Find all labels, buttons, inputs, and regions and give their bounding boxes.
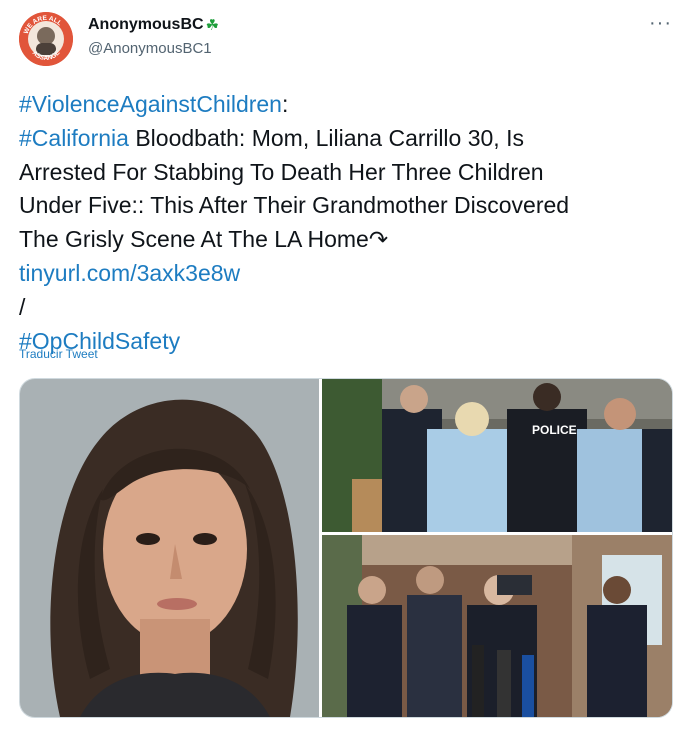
clover-icon: ☘ xyxy=(205,17,220,34)
display-name[interactable]: AnonymousBC xyxy=(88,16,204,34)
hashtag-violence-against-children[interactable]: #ViolenceAgainstChildren xyxy=(19,91,282,117)
tweet-text: #ViolenceAgainstChildren: #California Bl… xyxy=(19,88,679,358)
media-divider xyxy=(319,379,322,717)
media-photo-officers[interactable]: POLICE xyxy=(322,379,672,532)
media-grid: POLICE xyxy=(19,378,673,718)
tweet-line-3: Arrested For Stabbing To Death Her Three… xyxy=(19,158,544,185)
tweet-line-2-text: Bloodbath: Mom, Liliana Carrillo 30, Is xyxy=(128,124,524,151)
author-handle[interactable]: @AnonymousBC1 xyxy=(88,40,212,57)
colon: : xyxy=(281,91,289,117)
tweet-line-5: The Grisly Scene At The LA Home↷ xyxy=(19,226,389,253)
tweet-link-line: tinyurl.com/3axk3e8w xyxy=(19,257,679,291)
media-photo-press-conference[interactable] xyxy=(322,535,672,717)
tweet-url-link[interactable]: tinyurl.com/3axk3e8w xyxy=(19,260,240,286)
media-divider xyxy=(322,532,672,535)
police-label: POLICE xyxy=(532,423,577,437)
tweet-card: WE ARE ALL ASSANGE AnonymousBC ☘ @Anonym… xyxy=(0,0,700,730)
tweet-slash: / xyxy=(19,293,26,320)
avatar[interactable]: WE ARE ALL ASSANGE xyxy=(19,12,73,66)
avatar-image: WE ARE ALL ASSANGE xyxy=(19,12,73,66)
translate-tweet-link[interactable]: Traducir Tweet xyxy=(19,347,98,361)
media-photo-mugshot[interactable] xyxy=(20,379,319,717)
tweet-line-hashtag: #OpChildSafety xyxy=(19,325,679,359)
tweet-line-2: #California Bloodbath: Mom, Liliana Carr… xyxy=(19,122,679,156)
author-name[interactable]: AnonymousBC ☘ xyxy=(88,16,219,34)
tweet-line-4: Under Five:: This After Their Grandmothe… xyxy=(19,192,570,219)
more-options-icon[interactable]: ··· xyxy=(649,12,672,35)
tweet-line-1: #ViolenceAgainstChildren: xyxy=(19,88,679,122)
hashtag-california[interactable]: #California xyxy=(19,125,129,151)
